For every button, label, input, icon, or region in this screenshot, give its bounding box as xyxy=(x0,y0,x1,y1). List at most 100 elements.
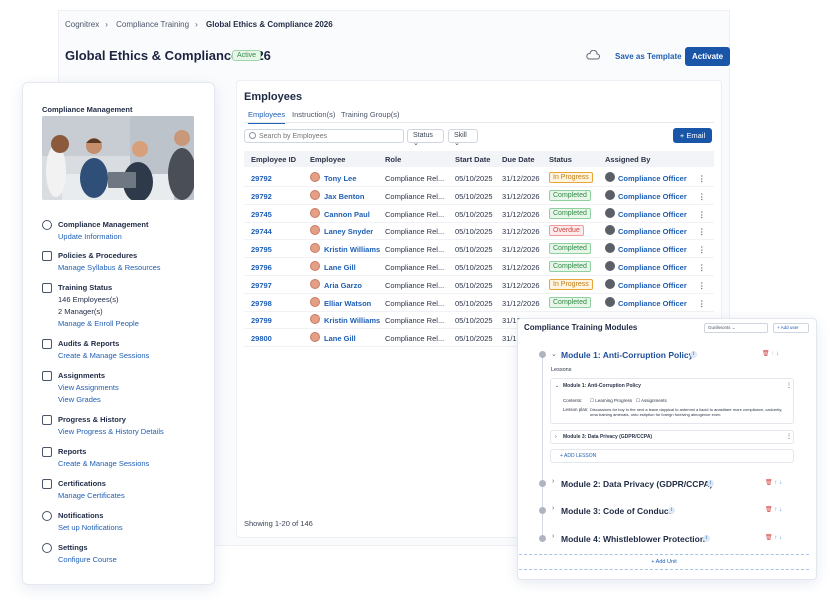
assigned-by[interactable]: Compliance Officer xyxy=(618,263,687,272)
sidebar-sub-link[interactable]: Set up Notifications xyxy=(58,523,123,532)
skill-filter-dropdown[interactable]: Skill ⌄ xyxy=(448,129,478,147)
kebab-menu-icon[interactable]: ⋮ xyxy=(698,245,706,254)
kebab-menu-icon[interactable]: ⋮ xyxy=(698,227,706,236)
column-employee[interactable]: Employee xyxy=(310,155,345,164)
chevron-down-icon[interactable]: ⌄ xyxy=(551,350,557,358)
employee-id[interactable]: 29792 xyxy=(251,192,272,201)
info-icon[interactable]: i xyxy=(707,480,714,487)
employee-name[interactable]: Laney Snyder xyxy=(324,227,373,236)
arrow-down-icon[interactable]: ↓ xyxy=(779,535,782,541)
table-row[interactable]: 29796 Lane Gill Compliance Rel... 05/10/202… xyxy=(244,258,714,276)
kebab-menu-icon[interactable]: ⋮ xyxy=(698,192,706,201)
sidebar-sub-link[interactable]: View Progress & History Details xyxy=(58,427,164,436)
status-filter-dropdown[interactable]: Status ⌄ xyxy=(407,129,444,147)
info-icon[interactable]: i xyxy=(668,507,675,514)
table-row[interactable]: 29795 Kristin Williams Compliance Rel... 05… xyxy=(244,240,714,259)
chevron-right-icon[interactable]: › xyxy=(552,533,554,540)
trash-icon[interactable]: 🗑 xyxy=(762,351,770,357)
kebab-menu-icon[interactable]: ⋮ xyxy=(786,433,792,440)
tab-instructions[interactable]: Instruction(s) xyxy=(292,110,335,119)
email-button[interactable]: + Email xyxy=(673,128,712,143)
sidebar-sub-link[interactable]: Update Information xyxy=(58,232,122,241)
employee-id[interactable]: 29796 xyxy=(251,263,272,272)
employee-id[interactable]: 29792 xyxy=(251,174,272,183)
column-role[interactable]: Role xyxy=(385,155,401,164)
column-due-date[interactable]: Due Date xyxy=(502,155,535,164)
chevron-right-icon[interactable]: › xyxy=(552,478,554,485)
table-row[interactable]: 29745 Cannon Paul Compliance Rel... 05/10/2… xyxy=(244,205,714,223)
employee-id[interactable]: 29745 xyxy=(251,210,272,219)
kebab-menu-icon[interactable]: ⋮ xyxy=(698,263,706,272)
breadcrumb-compliance-training[interactable]: Compliance Training xyxy=(116,20,189,29)
employee-name[interactable]: Tony Lee xyxy=(324,174,356,183)
kebab-menu-icon[interactable]: ⋮ xyxy=(786,382,792,389)
module-3-title[interactable]: Module 3: Code of Conduct xyxy=(561,506,672,516)
employee-id[interactable]: 29795 xyxy=(251,245,272,254)
employee-id[interactable]: 29800 xyxy=(251,334,272,343)
employee-name[interactable]: Cannon Paul xyxy=(324,210,370,219)
cloud-upload-icon[interactable] xyxy=(586,50,600,60)
trash-icon[interactable]: 🗑 xyxy=(765,480,773,486)
sidebar-sub-link[interactable]: View Assignments xyxy=(58,383,119,392)
assigned-by[interactable]: Compliance Officer xyxy=(618,227,687,236)
employee-id[interactable]: 29798 xyxy=(251,299,272,308)
arrow-down-icon[interactable]: ↓ xyxy=(779,507,782,513)
column-start-date[interactable]: Start Date xyxy=(455,155,490,164)
arrow-up-icon[interactable]: ↑ xyxy=(771,351,774,357)
employee-id[interactable]: 29799 xyxy=(251,316,272,325)
assigned-by[interactable]: Compliance Officer xyxy=(618,281,687,290)
add-user-button[interactable]: + Add user xyxy=(773,323,809,333)
modules-select[interactable]: Gunlleionts ⌄ xyxy=(704,323,768,333)
add-unit-button[interactable]: + Add Unit xyxy=(519,554,809,570)
lesson-2-title[interactable]: Module 3: Data Privacy (GDPR/CCPA) xyxy=(563,434,652,440)
kebab-menu-icon[interactable]: ⋮ xyxy=(698,281,706,290)
arrow-up-icon[interactable]: ↑ xyxy=(774,480,777,486)
trash-icon[interactable]: 🗑 xyxy=(765,535,773,541)
assigned-by[interactable]: Compliance Officer xyxy=(618,210,687,219)
employee-name[interactable]: Kristin Williams xyxy=(324,245,380,254)
table-row[interactable]: 29744 Laney Snyder Compliance Rel... 05/10/… xyxy=(244,222,714,241)
employee-name[interactable]: Kristin Williams xyxy=(324,316,380,325)
column-employee-id[interactable]: Employee ID xyxy=(251,155,296,164)
sidebar-sub-link[interactable]: Manage & Enroll People xyxy=(58,319,139,328)
employee-id[interactable]: 29797 xyxy=(251,281,272,290)
assigned-by[interactable]: Compliance Officer xyxy=(618,299,687,308)
employee-name[interactable]: Lane Gill xyxy=(324,334,356,343)
arrow-down-icon[interactable]: ↓ xyxy=(779,480,782,486)
tab-training-groups[interactable]: Training Group(s) xyxy=(341,110,400,119)
activate-button[interactable]: Activate xyxy=(685,47,731,66)
sidebar-sub-link[interactable]: Manage Certificates xyxy=(58,491,125,500)
employee-name[interactable]: Lane Gill xyxy=(324,263,356,272)
sidebar-sub-link[interactable]: Manage Syllabus & Resources xyxy=(58,263,161,272)
module-2-title[interactable]: Module 2: Data Privacy (GDPR/CCPA) xyxy=(561,479,712,489)
breadcrumb-cognitrex[interactable]: Cognitrex xyxy=(65,20,99,29)
assigned-by[interactable]: Compliance Officer xyxy=(618,174,687,183)
table-row[interactable]: 29798 Elliar Watson Compliance Rel... 05/10… xyxy=(244,294,714,312)
lesson-1-title[interactable]: Module 1: Anti-Corruption Policy xyxy=(563,383,641,389)
arrow-up-icon[interactable]: ↑ xyxy=(774,507,777,513)
content-assignments[interactable]: ☐ Assignments xyxy=(636,398,667,404)
assigned-by[interactable]: Compliance Officer xyxy=(618,192,687,201)
sidebar-sub-link[interactable]: Create & Manage Sessions xyxy=(58,351,149,360)
kebab-menu-icon[interactable]: ⋮ xyxy=(698,299,706,308)
kebab-menu-icon[interactable]: ⋮ xyxy=(698,210,706,219)
chevron-right-icon[interactable]: › xyxy=(552,505,554,512)
arrow-up-icon[interactable]: ↑ xyxy=(774,535,777,541)
table-row[interactable]: 29792 Jax Benton Compliance Rel... 05/10/20… xyxy=(244,187,714,205)
content-learning-progress[interactable]: ☐ Learning Progress xyxy=(590,398,632,404)
module-4-title[interactable]: Module 4: Whistleblower Protection xyxy=(561,534,705,544)
employee-name[interactable]: Elliar Watson xyxy=(324,299,371,308)
kebab-menu-icon[interactable]: ⋮ xyxy=(698,174,706,183)
info-icon[interactable]: i xyxy=(690,351,697,358)
employee-id[interactable]: 29744 xyxy=(251,227,272,236)
column-status[interactable]: Status xyxy=(549,155,572,164)
save-as-template-button[interactable]: Save as Template xyxy=(611,48,686,65)
chevron-right-icon[interactable]: › xyxy=(555,434,557,440)
table-row[interactable]: 29797 Aria Garzo Compliance Rel... 05/10/20… xyxy=(244,276,714,294)
chevron-down-icon[interactable]: ⌄ xyxy=(555,383,559,389)
info-icon[interactable]: i xyxy=(703,535,710,542)
employee-name[interactable]: Aria Garzo xyxy=(324,281,362,290)
employee-name[interactable]: Jax Benton xyxy=(324,192,364,201)
add-lesson-button[interactable]: + ADD LESSON xyxy=(560,453,596,459)
assigned-by[interactable]: Compliance Officer xyxy=(618,245,687,254)
